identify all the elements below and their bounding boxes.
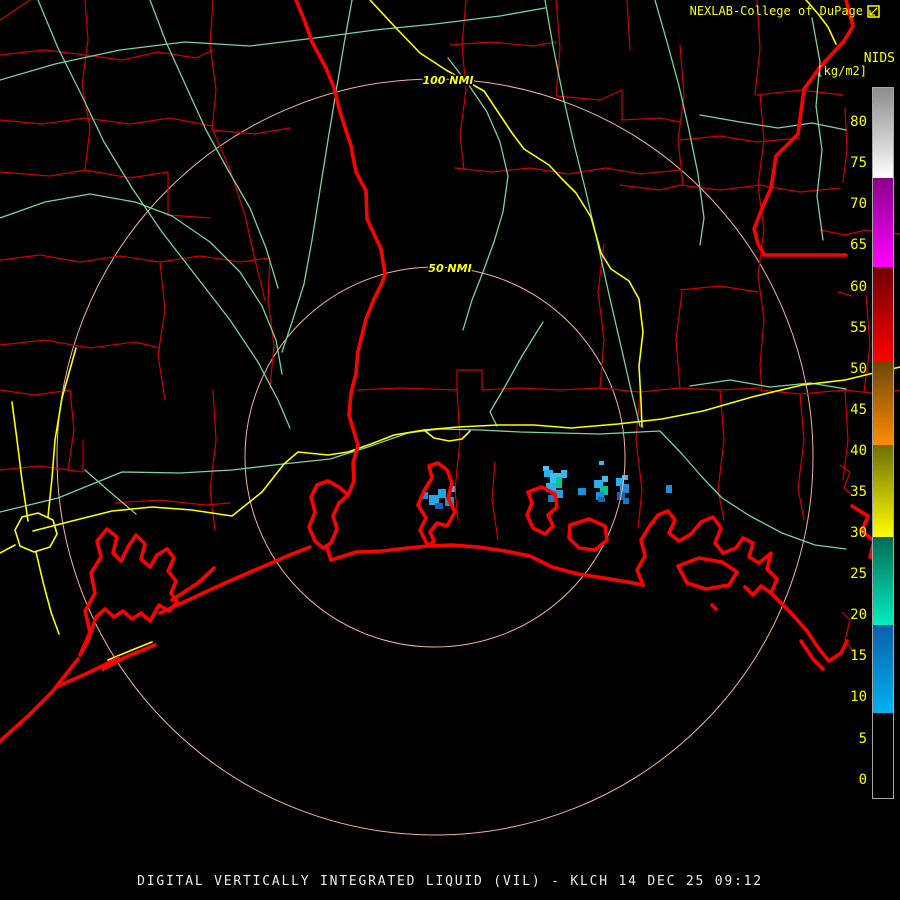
colorbar-segment: [873, 625, 893, 713]
units-label: [kg/m2]: [816, 64, 867, 78]
radar-echo-cell: [556, 477, 562, 488]
radar-echo-cell: [602, 476, 608, 482]
external-link-icon: [867, 5, 880, 18]
colorbar-segment: [873, 537, 893, 625]
radar-echo-cell: [599, 461, 604, 465]
radar-echo-cell: [438, 489, 446, 498]
radar-echo-cell: [622, 475, 628, 480]
colorbar-segment: [873, 178, 893, 267]
radar-echo-cell: [623, 498, 629, 504]
product-caption: DIGITAL VERTICALLY INTEGRATED LIQUID (VI…: [137, 874, 763, 889]
county-borders-layer: [0, 0, 900, 651]
colorbar-segment: [873, 445, 893, 537]
radar-viewer: 100 NMI 50 NMI NEXLAB-College of DuPage N…: [0, 0, 900, 900]
colorbar-gradient: [873, 88, 893, 798]
radar-map: 100 NMI 50 NMI: [0, 0, 900, 836]
colorbar: [872, 87, 894, 799]
radar-echo-cell: [598, 497, 605, 502]
radar-echo-cell: [666, 485, 672, 493]
ring-label: 100 NMI: [422, 74, 473, 87]
range-ring-50nmi: [244, 266, 626, 648]
colorbar-segment: [873, 88, 893, 178]
ring-label: 50 NMI: [428, 262, 471, 275]
radar-echoes-layer: [422, 461, 672, 509]
range-ring-100nmi: [56, 78, 814, 836]
radar-echo-cell: [578, 488, 586, 495]
colorbar-segment: [873, 362, 893, 445]
brand-text: NEXLAB-College of DuPage: [689, 4, 863, 18]
brand-link[interactable]: NEXLAB-College of DuPage: [690, 5, 880, 18]
colorbar-segment: [873, 713, 893, 796]
yellow-roads-layer: [0, 0, 900, 661]
radar-echo-cell: [561, 470, 567, 478]
colorbar-segment: [873, 267, 893, 362]
radar-echo-cell: [435, 503, 443, 509]
range-rings: [56, 78, 814, 836]
water-coastline-layer: [0, 0, 893, 743]
nids-label: NIDS: [863, 51, 895, 66]
